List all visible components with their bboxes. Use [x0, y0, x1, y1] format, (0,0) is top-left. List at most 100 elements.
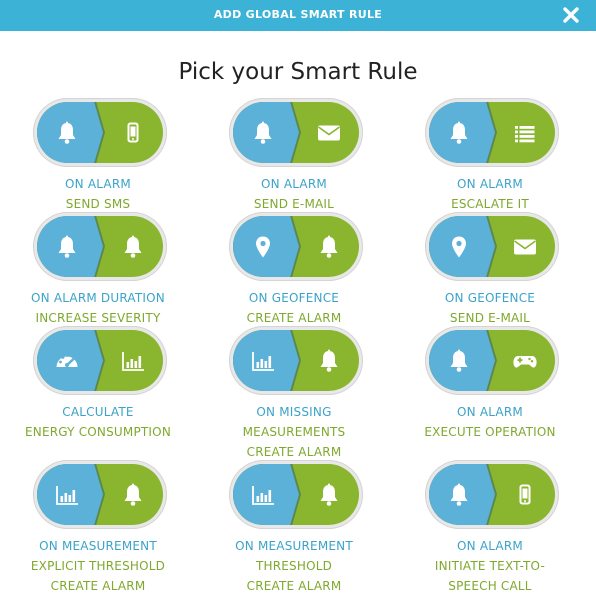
- trigger-icon-wrap: [54, 482, 80, 508]
- rule-pill: [33, 98, 167, 167]
- action-icon-wrap: [512, 234, 538, 260]
- rule-label-line: ON ALARM: [457, 405, 523, 419]
- rule-label-line: ON ALARM: [261, 177, 327, 191]
- rule-label: ON MEASUREMENT EXPLICIT THRESHOLD CREATE A…: [0, 536, 196, 596]
- page-title: Pick your Smart Rule: [178, 59, 418, 85]
- rule-pill: [425, 326, 559, 395]
- trigger-icon-wrap: [446, 120, 472, 146]
- rule-label-line: ON ALARM DURATION: [31, 291, 165, 305]
- rule-label-line: EXPLICIT THRESHOLD: [30, 559, 166, 573]
- trigger-icon-wrap: [446, 348, 472, 374]
- action-icon-wrap: [316, 234, 342, 260]
- mobile-phone-icon: [519, 484, 531, 505]
- action-icon-wrap: [512, 120, 538, 146]
- bell-icon: [124, 235, 142, 258]
- rule-label: ON MISSING MEASUREMENTS CREATE ALARM: [196, 402, 392, 462]
- rule-label-line: SEND SMS: [65, 197, 131, 211]
- rule-label-line: ESCALATE IT: [451, 197, 529, 211]
- trigger-icon-wrap: [54, 348, 80, 374]
- trigger-icon-wrap: [250, 234, 276, 260]
- dialog-title: ADD GLOBAL SMART RULE: [213, 8, 383, 21]
- bar-chart-icon: [252, 352, 274, 371]
- rule-pill: [229, 212, 363, 281]
- rule-label-line: SPEECH CALL: [448, 579, 532, 593]
- action-icon-wrap: [120, 348, 146, 374]
- rule-label-line: ON GEOFENCE: [444, 291, 536, 305]
- rule-label-line: EXECUTE OPERATION: [424, 425, 556, 439]
- action-icon-wrap: [512, 348, 538, 374]
- map-pin-icon: [256, 236, 270, 258]
- mobile-phone-icon: [127, 122, 139, 143]
- rule-label-line: CREATE ALARM: [50, 579, 146, 593]
- rule-label-line: CREATE ALARM: [246, 579, 342, 593]
- rule-pill: [229, 460, 363, 529]
- trigger-icon-wrap: [250, 482, 276, 508]
- rule-label: ON ALARM INITIATE TEXT-TO- SPEECH CALL: [392, 536, 588, 596]
- rule-label: ON MEASUREMENT THRESHOLD CREATE ALARM: [196, 536, 392, 596]
- action-icon-wrap: [316, 120, 342, 146]
- rule-pill: [33, 460, 167, 529]
- rule-label-line: INCREASE SEVERITY: [35, 311, 161, 325]
- bell-icon: [254, 121, 272, 144]
- rule-label-line: ENERGY CONSUMPTION: [24, 425, 171, 439]
- envelope-icon: [514, 239, 536, 255]
- envelope-icon: [318, 125, 340, 141]
- trigger-icon-wrap: [446, 482, 472, 508]
- bell-icon: [58, 235, 76, 258]
- rule-label-line: MEASUREMENTS: [242, 425, 346, 439]
- rule-pill: [425, 460, 559, 529]
- rule-label-line: CREATE ALARM: [246, 311, 342, 325]
- rule-label: ON ALARM DURATION INCREASE SEVERITY: [0, 288, 196, 328]
- rule-label: ON ALARM EXECUTE OPERATION: [392, 402, 588, 442]
- rule-label-line: ON ALARM: [65, 177, 131, 191]
- rule-label-line: CREATE ALARM: [246, 445, 342, 459]
- rule-label-line: ON MEASUREMENT: [235, 539, 353, 553]
- rule-label-line: ON ALARM: [457, 177, 523, 191]
- gamepad-icon: [513, 356, 537, 368]
- rule-label-line: THRESHOLD: [255, 559, 333, 573]
- action-icon-wrap: [512, 482, 538, 508]
- bell-icon: [450, 349, 468, 372]
- action-icon-wrap: [316, 348, 342, 374]
- bar-chart-icon: [122, 352, 144, 371]
- bell-icon: [124, 483, 142, 506]
- rule-pill: [425, 98, 559, 167]
- bell-icon: [320, 349, 338, 372]
- list-icon: [515, 126, 535, 143]
- rule-label: ON ALARM SEND E-MAIL: [196, 174, 392, 214]
- action-icon-wrap: [120, 234, 146, 260]
- bell-icon: [450, 121, 468, 144]
- rule-label-line: INITIATE TEXT-TO-: [434, 559, 546, 573]
- rule-label: ON ALARM SEND SMS: [0, 174, 196, 214]
- action-icon-wrap: [316, 482, 342, 508]
- bell-icon: [320, 235, 338, 258]
- rule-pill: [33, 212, 167, 281]
- rule-label: ON GEOFENCE SEND E-MAIL: [392, 288, 588, 328]
- rule-pill: [229, 98, 363, 167]
- rule-label-line: ON MEASUREMENT: [39, 539, 157, 553]
- bell-icon: [320, 483, 338, 506]
- rule-label-line: ON ALARM: [457, 539, 523, 553]
- rule-pill: [229, 326, 363, 395]
- close-button[interactable]: [560, 4, 582, 26]
- bar-chart-icon: [252, 486, 274, 505]
- rule-pill: [33, 326, 167, 395]
- trigger-icon-wrap: [54, 234, 80, 260]
- bar-chart-icon: [56, 486, 78, 505]
- rule-label: ON GEOFENCE CREATE ALARM: [196, 288, 392, 328]
- dialog-header: ADD GLOBAL SMART RULE: [0, 0, 596, 31]
- rule-label: CALCULATE ENERGY CONSUMPTION: [0, 402, 196, 442]
- rule-pill: [425, 212, 559, 281]
- rule-label-line: CALCULATE: [62, 405, 134, 419]
- trigger-icon-wrap: [54, 120, 80, 146]
- bell-icon: [450, 483, 468, 506]
- close-icon: [563, 7, 579, 23]
- rule-label: ON ALARM ESCALATE IT: [392, 174, 588, 214]
- action-icon-wrap: [120, 120, 146, 146]
- rule-label-line: SEND E-MAIL: [253, 197, 335, 211]
- rule-label-line: SEND E-MAIL: [449, 311, 531, 325]
- map-pin-icon: [452, 236, 466, 258]
- rule-label-line: ON MISSING: [256, 405, 332, 419]
- trigger-icon-wrap: [250, 348, 276, 374]
- gauge-icon: [56, 354, 78, 367]
